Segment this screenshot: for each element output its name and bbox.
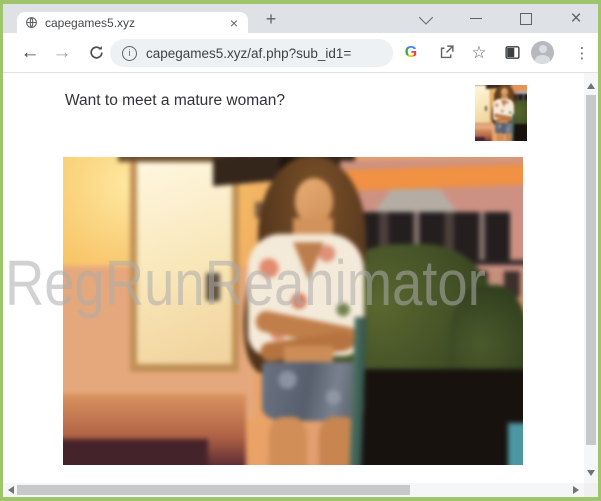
tab-close-icon[interactable]: × [228, 16, 240, 30]
menu-kebab-icon[interactable]: ⋮ [569, 33, 595, 72]
page-content: Want to meet a mature woman? RegRunReani [3, 73, 584, 483]
scroll-right-arrow-icon[interactable] [573, 486, 579, 494]
share-button[interactable] [433, 33, 459, 72]
horizontal-scrollbar[interactable] [3, 483, 584, 497]
tab-search-chevron-icon[interactable] [416, 9, 436, 29]
browser-toolbar: ← → i capegames5.xyz/af.php?sub_id1= G ☆ [3, 33, 598, 73]
globe-favicon-icon [25, 16, 38, 29]
scroll-left-arrow-icon[interactable] [8, 486, 14, 494]
page-heading: Want to meet a mature woman? [65, 92, 285, 110]
maximize-button[interactable] [516, 9, 536, 29]
new-tab-button[interactable]: + [258, 6, 284, 32]
window-close-button[interactable]: × [566, 9, 586, 29]
browser-window: capegames5.xyz × + × ← → i capegames5.xy… [0, 0, 601, 501]
scroll-up-arrow-icon[interactable] [587, 83, 595, 89]
horizontal-scrollbar-thumb[interactable] [17, 485, 410, 495]
reload-button[interactable] [82, 33, 110, 72]
url-text: capegames5.xyz/af.php?sub_id1= [146, 46, 351, 61]
tab-capegames5[interactable]: capegames5.xyz × [17, 12, 248, 33]
share-icon [438, 44, 455, 61]
tab-title: capegames5.xyz [45, 16, 228, 30]
google-g-icon[interactable]: G [399, 33, 423, 72]
thumbnail-image[interactable] [475, 85, 527, 141]
main-photo[interactable] [63, 157, 523, 465]
vertical-scrollbar-thumb[interactable] [586, 95, 596, 445]
side-panel-button[interactable] [499, 33, 525, 72]
tab-strip: capegames5.xyz × + × [3, 4, 598, 33]
photo-art [475, 85, 527, 141]
profile-avatar[interactable] [531, 41, 554, 64]
back-button[interactable]: ← [16, 33, 44, 72]
bookmark-star-icon[interactable]: ☆ [466, 33, 492, 72]
minimize-button[interactable] [466, 9, 486, 29]
reload-icon [88, 44, 105, 61]
scroll-down-arrow-icon[interactable] [587, 470, 595, 476]
scrollbar-corner [584, 483, 598, 497]
side-panel-icon [504, 44, 521, 61]
forward-button[interactable]: → [48, 33, 76, 72]
vertical-scrollbar[interactable] [584, 73, 598, 483]
photo-art [63, 157, 523, 465]
site-info-icon[interactable]: i [122, 46, 137, 61]
address-bar[interactable]: i capegames5.xyz/af.php?sub_id1= [110, 39, 393, 67]
window-controls: × [416, 4, 592, 33]
